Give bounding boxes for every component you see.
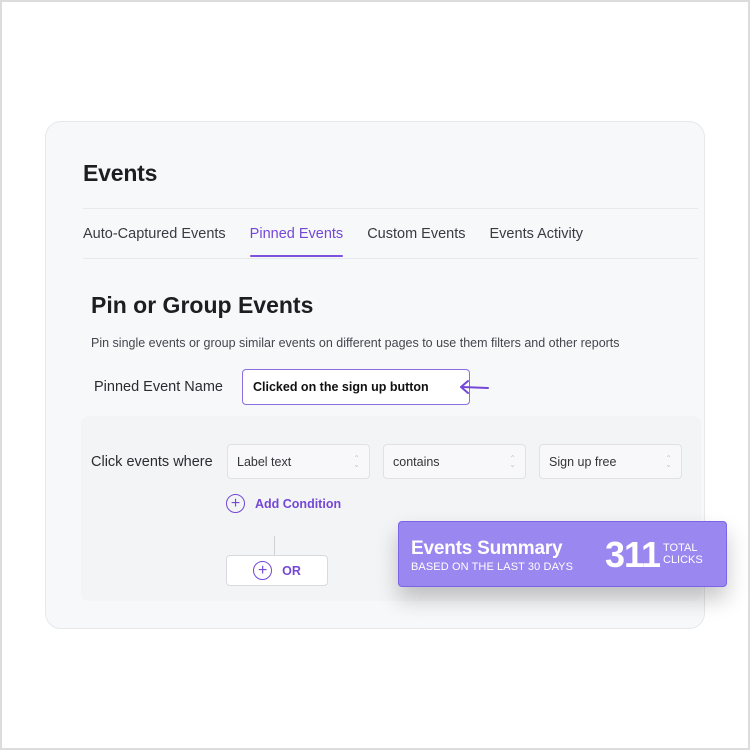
chevron-up-down-icon: ⌃ ⌄ xyxy=(509,453,516,469)
summary-title: Events Summary xyxy=(411,538,563,559)
pinned-event-name-input[interactable] xyxy=(242,369,470,405)
or-button[interactable]: + OR xyxy=(226,555,328,586)
tabs-divider xyxy=(83,258,698,259)
chevron-up-down-icon: ⌃ ⌄ xyxy=(353,453,360,469)
section-title: Pin or Group Events xyxy=(91,292,314,318)
summary-unit: TOTAL CLICKS xyxy=(663,542,703,566)
plus-circle-icon: + xyxy=(253,561,273,580)
page-title: Events xyxy=(83,160,158,186)
tab-events-activity[interactable]: Events Activity xyxy=(490,226,583,257)
tab-auto-captured-events[interactable]: Auto-Captured Events xyxy=(83,226,226,257)
pinned-event-name-label: Pinned Event Name xyxy=(94,379,223,395)
summary-unit-line2: CLICKS xyxy=(663,554,703,566)
or-label: OR xyxy=(282,563,301,578)
arrow-left-icon xyxy=(460,380,489,394)
section-description: Pin single events or group similar event… xyxy=(91,336,620,350)
condition-field-value: Label text xyxy=(237,454,292,469)
chevron-up-down-icon: ⌃ ⌄ xyxy=(665,453,672,469)
condition-value-text: Sign up free xyxy=(549,454,617,469)
add-condition-label: Add Condition xyxy=(255,496,342,511)
click-events-where-label: Click events where xyxy=(91,454,213,470)
summary-count: 311 xyxy=(605,534,661,575)
condition-field-select[interactable]: Label text ⌃ ⌄ xyxy=(227,444,370,479)
summary-subtitle: BASED ON THE LAST 30 DAYS xyxy=(411,561,574,573)
condition-value-select[interactable]: Sign up free ⌃ ⌄ xyxy=(539,444,682,479)
tab-bar: Auto-Captured Events Pinned Events Custo… xyxy=(83,226,583,257)
connector-line xyxy=(274,536,275,556)
summary-unit-line1: TOTAL xyxy=(663,542,698,554)
events-summary-card: Events Summary BASED ON THE LAST 30 DAYS… xyxy=(398,521,727,587)
tab-custom-events[interactable]: Custom Events xyxy=(367,226,465,257)
add-condition-button[interactable]: + Add Condition xyxy=(226,494,341,513)
condition-operator-select[interactable]: contains ⌃ ⌄ xyxy=(383,444,526,479)
tab-pinned-events[interactable]: Pinned Events xyxy=(249,226,343,257)
condition-operator-value: contains xyxy=(393,454,440,469)
divider xyxy=(83,208,698,209)
plus-circle-icon: + xyxy=(226,494,245,513)
